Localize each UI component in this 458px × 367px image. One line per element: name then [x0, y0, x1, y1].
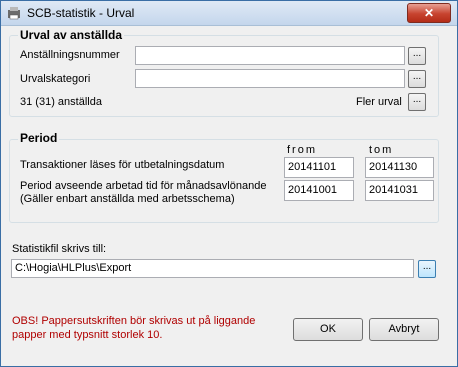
utbetalning-tom-input[interactable]: 20141130 [365, 157, 434, 178]
from-header: from [287, 144, 317, 156]
export-path-label: Statistikfil skrivs till: [12, 243, 107, 255]
anstallningsnummer-label: Anställningsnummer [20, 49, 120, 61]
print-warning-line1: OBS! Pappersutskriften bör skrivas ut på… [12, 315, 256, 327]
urval-heading: Urval av anställda [18, 28, 125, 42]
urvalskategori-browse-button[interactable]: ... [408, 70, 426, 88]
title-bar[interactable]: SCB-statistik - Urval ✕ [1, 1, 457, 26]
anstallningsnummer-browse-button[interactable]: ... [408, 47, 426, 65]
print-warning-line2: papper med typsnitt storlek 10. [12, 329, 163, 341]
employee-count: 31 (31) anställda [20, 96, 102, 108]
utbetalningsdatum-label: Transaktioner läses för utbetalningsdatu… [20, 159, 225, 171]
arbetad-tid-label: Period avseende arbetad tid för månadsav… [20, 180, 267, 192]
arbetad-tid-note: (Gäller enbart anställda med arbetsschem… [20, 193, 235, 205]
export-path-input[interactable]: C:\Hogia\HLPlus\Export [11, 259, 414, 278]
utbetalning-from-input[interactable]: 20141101 [284, 157, 354, 178]
ok-button[interactable]: OK [293, 318, 363, 341]
urvalskategori-input[interactable] [135, 69, 405, 88]
fler-urval-label: Fler urval [356, 96, 402, 108]
period-heading: Period [18, 131, 60, 145]
fler-urval-button[interactable]: ... [408, 93, 426, 111]
urvalskategori-label: Urvalskategori [20, 73, 91, 85]
export-path-browse-button[interactable]: ... [418, 260, 436, 278]
window-title: SCB-statistik - Urval [27, 6, 135, 20]
app-icon [8, 7, 20, 20]
close-button[interactable]: ✕ [407, 3, 451, 23]
print-warning: OBS! Pappersutskriften bör skrivas ut på… [12, 314, 255, 342]
anstallningsnummer-input[interactable] [135, 46, 405, 65]
dialog-window: SCB-statistik - Urval ✕ Urval av anställ… [0, 0, 458, 367]
cancel-button[interactable]: Avbryt [369, 318, 439, 341]
tom-header: tom [369, 144, 394, 156]
arbetad-tid-from-input[interactable]: 20141001 [284, 180, 354, 201]
arbetad-tid-tom-input[interactable]: 20141031 [365, 180, 434, 201]
